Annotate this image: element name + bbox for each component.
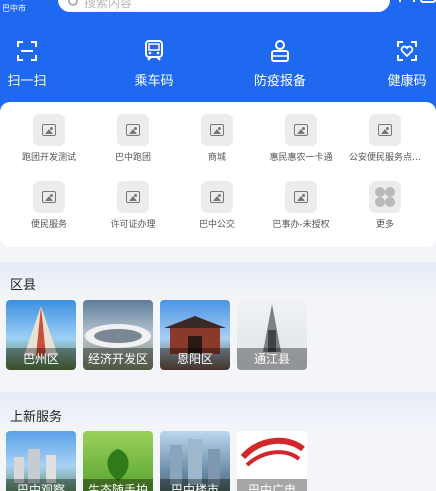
service-item[interactable]: 惠民惠农一卡通 bbox=[258, 102, 344, 163]
more-grid-icon bbox=[369, 181, 401, 213]
new-service-tile[interactable]: 巴中楼市 bbox=[160, 431, 230, 491]
section-title: 区县 bbox=[10, 278, 37, 293]
quick-action-label: 防疫报备 bbox=[253, 74, 306, 89]
location-selector[interactable]: 巴中市 bbox=[2, 0, 32, 14]
new-service-label: 生态随手拍 bbox=[83, 479, 153, 491]
image-placeholder-icon bbox=[201, 181, 233, 213]
district-tile[interactable]: 通江县 bbox=[237, 300, 307, 370]
image-placeholder-icon bbox=[369, 114, 401, 146]
image-placeholder-icon bbox=[33, 114, 65, 146]
epidemic-report-icon bbox=[271, 40, 289, 62]
image-placeholder-icon bbox=[285, 181, 317, 213]
new-service-tile[interactable]: 巴中观察 bbox=[6, 431, 76, 491]
image-placeholder-icon bbox=[201, 114, 233, 146]
district-label: 恩阳区 bbox=[160, 348, 230, 370]
services-card: 跑团开发测试 巴中跑团 商城 惠民惠农一卡通 公安便民服务点… 便民服务 许可证… bbox=[0, 102, 436, 247]
quick-action-label: 乘车码 bbox=[134, 74, 174, 89]
search-placeholder: 搜索内容 bbox=[84, 0, 133, 10]
new-service-tile[interactable]: 巴中广电 bbox=[237, 431, 307, 491]
top-bar: 巴中市 搜索内容 bbox=[0, 0, 436, 14]
district-label: 通江县 bbox=[237, 348, 307, 370]
service-item[interactable]: 巴中公交 bbox=[174, 169, 260, 230]
service-item-more[interactable]: 更多 bbox=[342, 169, 428, 230]
quick-action-health-code[interactable]: 健康码 bbox=[367, 40, 436, 92]
service-item[interactable]: 巴事办-未授权 bbox=[258, 169, 344, 230]
service-item[interactable]: 跑团开发测试 bbox=[6, 102, 92, 163]
health-code-icon bbox=[397, 41, 417, 61]
image-placeholder-icon bbox=[117, 181, 149, 213]
new-services-section: 上新服务 巴中观察 生态随手拍 巴中楼市 巴中广电 bbox=[0, 392, 436, 491]
search-input[interactable]: 搜索内容 bbox=[58, 0, 390, 12]
service-label: 许可证办理 bbox=[110, 220, 156, 230]
service-label: 巴中跑团 bbox=[114, 153, 151, 163]
service-label: 公安便民服务点… bbox=[348, 153, 421, 163]
service-item[interactable]: 巴中跑团 bbox=[90, 102, 176, 163]
new-service-label: 巴中观察 bbox=[6, 479, 76, 491]
new-service-label: 巴中楼市 bbox=[160, 479, 230, 491]
headset-icon[interactable] bbox=[398, 0, 416, 8]
district-label: 巴州区 bbox=[6, 348, 76, 370]
service-item[interactable]: 商城 bbox=[174, 102, 260, 163]
service-label: 便民服务 bbox=[30, 220, 67, 230]
quick-action-epidemic-report[interactable]: 防疫报备 bbox=[240, 40, 320, 92]
header-bar: 巴中市 搜索内容 扫一扫 乘车码 防疫报备 健康码 bbox=[0, 0, 436, 118]
location-label: 巴中市 bbox=[2, 4, 26, 13]
district-label: 经济开发区 bbox=[83, 348, 153, 370]
service-label: 惠民惠农一卡通 bbox=[269, 153, 333, 163]
new-service-tile[interactable]: 生态随手拍 bbox=[83, 431, 153, 491]
image-placeholder-icon bbox=[33, 181, 65, 213]
service-label: 商城 bbox=[207, 153, 226, 163]
service-item[interactable]: 公安便民服务点… bbox=[342, 102, 428, 163]
bus-code-icon bbox=[145, 40, 163, 61]
service-label: 更多 bbox=[375, 220, 394, 230]
scan-icon bbox=[17, 41, 37, 61]
quick-action-bus-code[interactable]: 乘车码 bbox=[114, 40, 194, 92]
section-title: 上新服务 bbox=[10, 410, 63, 425]
chevron-down-icon bbox=[16, 0, 28, 1]
district-tile[interactable]: 恩阳区 bbox=[160, 300, 230, 370]
districts-section: 区县 巴州区 经济开发区 恩阳区 通江县 bbox=[0, 262, 436, 382]
search-icon bbox=[68, 0, 78, 6]
district-tile[interactable]: 经济开发区 bbox=[83, 300, 153, 370]
quick-action-label: 扫一扫 bbox=[7, 74, 47, 89]
service-item[interactable]: 许可证办理 bbox=[90, 169, 176, 230]
service-item[interactable]: 便民服务 bbox=[6, 169, 92, 230]
service-label: 跑团开发测试 bbox=[21, 153, 76, 163]
quick-action-scan[interactable]: 扫一扫 bbox=[0, 40, 67, 92]
image-placeholder-icon bbox=[117, 114, 149, 146]
district-tile[interactable]: 巴州区 bbox=[6, 300, 76, 370]
new-service-label: 巴中广电 bbox=[237, 479, 307, 491]
quick-action-label: 健康码 bbox=[387, 74, 427, 89]
message-icon[interactable] bbox=[420, 0, 436, 8]
image-placeholder-icon bbox=[285, 114, 317, 146]
service-label: 巴事办-未授权 bbox=[272, 220, 330, 230]
service-label: 巴中公交 bbox=[198, 220, 235, 230]
